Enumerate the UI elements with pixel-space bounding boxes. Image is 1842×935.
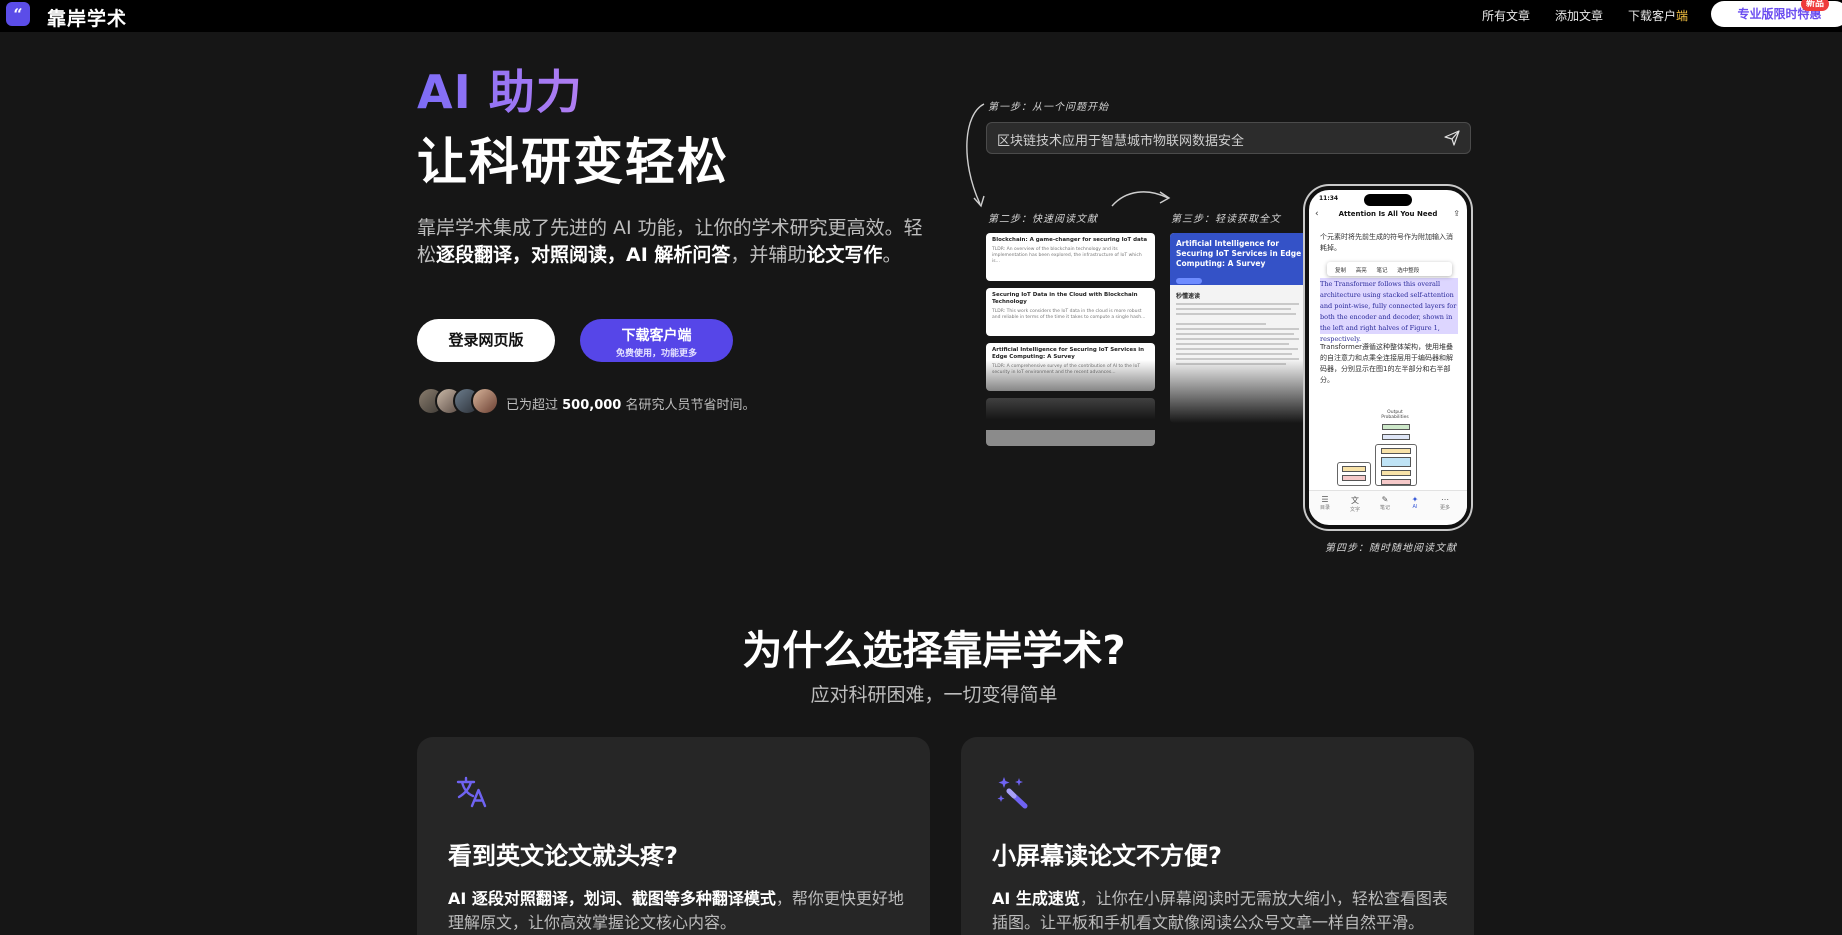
- hero-headline: 让科研变轻松: [417, 133, 729, 191]
- result-snippet: TLDR: This work considers the IoT data i…: [992, 309, 1146, 320]
- share-icon: ⇪: [1453, 209, 1460, 218]
- step2-label: 第二步：快速阅读文献: [988, 214, 1098, 225]
- paper-fade-overlay: [1160, 360, 1320, 430]
- send-icon[interactable]: [1444, 130, 1460, 146]
- tab-contents: ☰ 目录: [1313, 495, 1337, 511]
- download-button-label: 下载客户端: [621, 328, 692, 344]
- feature-desc-translation: AI 逐段对照翻译，划词、截图等多种翻译模式，帮你更快更好地理解原文，让你高效掌…: [448, 887, 908, 935]
- phone-notch: [1364, 194, 1412, 206]
- result-card[interactable]: Blockchain: A game-changer for securing …: [986, 233, 1155, 281]
- menu-select-paragraph: 选中整段: [1397, 268, 1420, 274]
- nav-download-client[interactable]: 下载客户端: [1628, 7, 1688, 24]
- phone-mockup: 11:34 ‹ Attention Is All You Need ⇪ 个元素时…: [1305, 186, 1471, 529]
- result-title: Securing IoT Data in the Cloud with Bloc…: [992, 292, 1138, 305]
- nav-download-accent: 端: [1676, 9, 1689, 23]
- result-title: Artificial Intelligence for Securing IoT…: [992, 347, 1145, 360]
- phone-context-menu: 复制 高亮 笔记 选中整段: [1327, 262, 1452, 276]
- paper-section-title: 秒懂速读: [1176, 293, 1201, 300]
- list-icon: ☰: [1321, 495, 1329, 504]
- result-title: Blockchain: A game-changer for securing …: [992, 237, 1148, 243]
- list-fade-overlay: [986, 360, 1166, 430]
- new-badge: 新品: [1801, 0, 1830, 11]
- step3-label: 第三步：轻读获取全文: [1171, 214, 1281, 225]
- magic-wand-icon: ✦: [1411, 495, 1419, 504]
- tab-ai: ✦ AI: [1403, 495, 1427, 510]
- brand-name[interactable]: 靠岸学术: [47, 4, 127, 31]
- tab-more: ⋯ 更多: [1433, 495, 1457, 511]
- step1-label: 第一步：从一个问题开始: [988, 102, 1109, 113]
- diagram-label: Output Probabilities: [1381, 410, 1409, 420]
- nav-download-label: 下载客户: [1628, 9, 1677, 23]
- login-web-button[interactable]: 登录网页版: [417, 319, 555, 362]
- more-icon: ⋯: [1441, 495, 1449, 504]
- logo-icon[interactable]: “: [6, 2, 30, 26]
- edit-icon: ✎: [1381, 495, 1389, 504]
- social-prefix: 已为超过: [506, 398, 563, 413]
- nav-all-articles[interactable]: 所有文章: [1482, 7, 1530, 24]
- social-proof-text: 已为超过 500,000 名研究人员节省时间。: [506, 394, 756, 413]
- feature-desc-mobile: AI 生成速览，让你在小屏幕阅读时无需放大缩小，轻松查看图表插图。让平板和手机看…: [992, 887, 1452, 935]
- phone-english-text: The Transformer follows this overall arc…: [1320, 280, 1457, 343]
- search-query: 区块链技术应用于智慧城市物联网数据安全: [997, 134, 1245, 149]
- phone-text-bottom: Transformer遵循这种整体架构，使用堆叠的自注意力和点乘全连接层用于编码…: [1320, 343, 1454, 384]
- paper-title: Artificial Intelligence for Securing IoT…: [1176, 239, 1302, 268]
- phone-paper-title: Attention Is All You Need: [1338, 210, 1438, 218]
- download-button-sublabel: 免费使用，功能更多: [615, 349, 697, 359]
- tab-text: 文文字: [1343, 495, 1367, 513]
- feature-desc-bold: AI 逐段对照翻译，划词、截图等多种翻译模式: [448, 889, 776, 908]
- menu-copy: 复制: [1335, 268, 1347, 274]
- menu-note: 笔记: [1376, 268, 1388, 274]
- social-suffix: 名研究人员节省时间。: [621, 398, 756, 413]
- download-client-button[interactable]: 下载客户端 免费使用，功能更多: [580, 319, 733, 362]
- translate-icon: 文: [1351, 496, 1359, 505]
- arrow-right-icon: [1111, 191, 1171, 207]
- hero-description: 靠岸学术集成了先进的 AI 功能，让你的学术研究更高效。轻松逐段翻译，对照阅读，…: [417, 215, 937, 269]
- nav-add-article[interactable]: 添加文章: [1555, 7, 1603, 24]
- paper-header: Artificial Intelligence for Securing IoT…: [1170, 233, 1310, 285]
- social-count: 500,000: [562, 398, 622, 413]
- magic-wand-icon: [997, 777, 1028, 809]
- paper-tag: [1176, 278, 1202, 284]
- transformer-diagram: Output Probabilities: [1335, 410, 1445, 488]
- avatar: [471, 387, 499, 415]
- hero-desc-part2: ，并辅助: [730, 244, 807, 266]
- translate-icon: [456, 776, 487, 808]
- feature-title-translation: 看到英文论文就头疼?: [448, 842, 678, 870]
- hero-headline-ai: AI 助力: [417, 56, 583, 122]
- phone-time: 11:34: [1319, 195, 1339, 202]
- hero-desc-part3: 。: [882, 244, 902, 266]
- menu-highlight: 高亮: [1355, 268, 1367, 274]
- paper-body: 秒懂速读: [1170, 285, 1310, 371]
- curved-arrow-icon: [966, 103, 985, 208]
- hero-desc-bold1: 逐段翻译，对照阅读，AI 解析问答: [436, 244, 731, 266]
- phone-text-top: 个元素时将先前生成的符号作为附加输入消耗掉。: [1320, 233, 1453, 252]
- why-section-title: 为什么选择靠岸学术?: [742, 628, 1126, 674]
- result-card[interactable]: Securing IoT Data in the Cloud with Bloc…: [986, 288, 1155, 336]
- hero-desc-bold2: 论文写作: [806, 244, 883, 266]
- tab-notes: ✎ 笔记: [1373, 495, 1397, 511]
- step4-label: 第四步：随时随地阅读文献: [1325, 543, 1457, 554]
- feature-desc-bold: AI 生成速览: [992, 889, 1080, 908]
- researcher-avatars: [417, 387, 499, 417]
- result-snippet: TLDR: An overview of the blockchain tech…: [992, 247, 1142, 264]
- why-section-subtitle: 应对科研困难，一切变得简单: [810, 684, 1058, 706]
- feature-title-mobile: 小屏幕读论文不方便?: [992, 842, 1222, 870]
- topic-search-input[interactable]: 区块链技术应用于智慧城市物联网数据安全: [986, 122, 1471, 154]
- top-navbar: “ 靠岸学术 所有文章 添加文章 下载客户端 专业版限时特惠 新品: [0, 0, 1842, 32]
- phone-tab-bar: ☰ 目录 文文字 ✎ 笔记 ✦ AI ⋯ 更多: [1309, 490, 1467, 520]
